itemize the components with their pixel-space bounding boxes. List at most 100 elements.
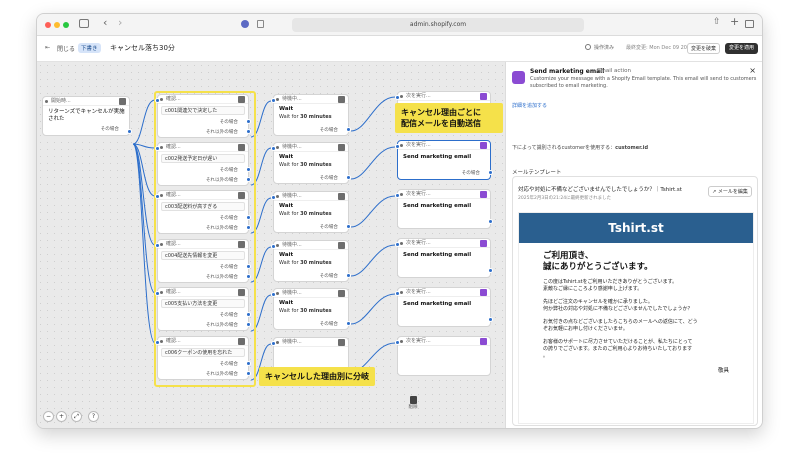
no-port[interactable] bbox=[246, 177, 251, 182]
page-icon[interactable] bbox=[257, 20, 264, 28]
output-port[interactable] bbox=[346, 175, 351, 180]
discard-button[interactable]: 変更を破棄 bbox=[687, 43, 720, 54]
condition-header: 確認... bbox=[158, 95, 248, 104]
trigger-node[interactable]: 開始時... リターンズでキャンセルが実施された その場合 bbox=[42, 96, 132, 136]
input-port[interactable] bbox=[155, 98, 160, 103]
minimize-window-icon[interactable] bbox=[54, 22, 60, 28]
output-port[interactable] bbox=[127, 129, 132, 134]
edit-email-button[interactable]: ↗ メールを編集 bbox=[708, 186, 752, 197]
condition-node[interactable]: 確認... c002発送予定日が遅い その場合 それ以外の場合 bbox=[155, 142, 251, 186]
browser-toolbar: ‹ › admin.shopify.com ⇧ + bbox=[37, 14, 762, 36]
input-port[interactable] bbox=[155, 291, 160, 296]
back-icon[interactable]: ‹ bbox=[103, 16, 107, 29]
delete-button[interactable]: 削除 bbox=[406, 396, 420, 410]
yes-port[interactable] bbox=[246, 264, 251, 269]
action-node-selected[interactable]: 次を実行... Send marketing email その場合 bbox=[395, 140, 493, 180]
tab-overview-icon[interactable] bbox=[745, 20, 754, 28]
maximize-window-icon[interactable] bbox=[63, 22, 69, 28]
condition-node[interactable]: 確認... c005支払い方法を変更 その場合 それ以外の場合 bbox=[155, 287, 251, 331]
condition-text: c006クーポンの使用を忘れた bbox=[161, 348, 245, 357]
output-port[interactable] bbox=[346, 273, 351, 278]
no-port[interactable] bbox=[246, 371, 251, 376]
clipboard-icon bbox=[238, 144, 245, 151]
workflow-canvas[interactable]: 開始時... リターンズでキャンセルが実施された その場合 確認... c001… bbox=[37, 62, 505, 428]
zoom-out-icon[interactable]: − bbox=[43, 411, 54, 422]
no-port[interactable] bbox=[246, 129, 251, 134]
close-window-icon[interactable] bbox=[45, 22, 51, 28]
input-port[interactable] bbox=[395, 193, 400, 198]
output-port[interactable] bbox=[488, 219, 493, 224]
help-icon[interactable]: ? bbox=[88, 411, 99, 422]
action-node[interactable]: 次を実行... bbox=[395, 336, 491, 376]
no-port[interactable] bbox=[246, 225, 251, 230]
yes-port[interactable] bbox=[246, 361, 251, 366]
wait-branch: その場合 bbox=[319, 128, 338, 133]
wait-node[interactable]: 待機中... Wait Wait for 30 minutes その場合 bbox=[271, 142, 351, 184]
wait-node[interactable]: 待機中... Wait Wait for 30 minutes その場合 bbox=[271, 288, 351, 330]
new-tab-icon[interactable]: + bbox=[730, 15, 739, 28]
condition-node[interactable]: 確認... c001関連欠で決定した その場合 それ以外の場合 bbox=[155, 94, 251, 138]
input-port[interactable] bbox=[271, 244, 276, 249]
output-port[interactable] bbox=[346, 127, 351, 132]
no-port[interactable] bbox=[246, 274, 251, 279]
wait-node[interactable]: 待機中... Wait Wait for 30 minutes その場合 bbox=[271, 191, 351, 233]
input-port[interactable] bbox=[395, 144, 400, 149]
clock-icon bbox=[338, 290, 345, 297]
action-node[interactable]: 次を実行... Send marketing email bbox=[395, 189, 493, 229]
input-port[interactable] bbox=[271, 98, 276, 103]
output-port[interactable] bbox=[488, 268, 493, 273]
output-port[interactable] bbox=[346, 321, 351, 326]
input-port[interactable] bbox=[155, 194, 160, 199]
condition-node[interactable]: 確認... c004配送先情報を変更 その場合 それ以外の場合 bbox=[155, 239, 251, 283]
output-port[interactable] bbox=[488, 170, 493, 175]
input-port[interactable] bbox=[395, 242, 400, 247]
yes-port[interactable] bbox=[246, 312, 251, 317]
panel-description: Customize your message with a Shopify Em… bbox=[530, 76, 757, 89]
sidebar-toggle-icon[interactable] bbox=[79, 19, 89, 28]
input-port[interactable] bbox=[395, 291, 400, 296]
yes-port[interactable] bbox=[246, 119, 251, 124]
wait-duration: 30 minutes bbox=[300, 162, 332, 168]
extension-icon[interactable] bbox=[241, 20, 249, 28]
address-bar[interactable]: admin.shopify.com bbox=[292, 18, 584, 32]
close-link[interactable]: 閉じる bbox=[57, 44, 75, 53]
input-port[interactable] bbox=[271, 146, 276, 151]
wait-node[interactable]: 待機中... Wait Wait for 30 minutes その場合 bbox=[271, 94, 351, 136]
input-port[interactable] bbox=[271, 195, 276, 200]
action-node[interactable]: 次を実行... Send marketing email bbox=[395, 238, 493, 278]
action-branch: その場合 bbox=[461, 171, 480, 176]
email-heading: ご利用頂き、 誠にありがとうございます。 bbox=[543, 251, 653, 272]
input-port[interactable] bbox=[155, 146, 160, 151]
apply-button[interactable]: 変更を適用 bbox=[725, 43, 758, 54]
learn-more-link[interactable]: 詳細を追加する bbox=[512, 102, 547, 109]
input-port[interactable] bbox=[271, 341, 276, 346]
workflow-title[interactable]: キャンセル落ち30分 bbox=[110, 43, 175, 53]
input-port[interactable] bbox=[395, 95, 400, 100]
condition-node[interactable]: 確認... c006クーポンの使用を忘れた その場合 それ以外の場合 bbox=[155, 336, 251, 380]
input-port[interactable] bbox=[271, 292, 276, 297]
yes-port[interactable] bbox=[246, 215, 251, 220]
close-panel-icon[interactable]: × bbox=[749, 66, 756, 75]
yes-port[interactable] bbox=[246, 167, 251, 172]
no-port[interactable] bbox=[246, 322, 251, 327]
exit-icon[interactable]: ⇤ bbox=[45, 44, 50, 51]
output-port[interactable] bbox=[346, 224, 351, 229]
action-node[interactable]: 次を実行... Send marketing email bbox=[395, 287, 493, 327]
input-port[interactable] bbox=[395, 340, 400, 345]
wait-node[interactable]: 待機中... Wait Wait for 30 minutes その場合 bbox=[271, 240, 351, 282]
condition-node[interactable]: 確認... c003配送料が高すぎる その場合 それ以外の場合 bbox=[155, 190, 251, 234]
fit-view-icon[interactable]: ⤢ bbox=[71, 411, 82, 422]
input-port[interactable] bbox=[155, 340, 160, 345]
condition-text: c003配送料が高すぎる bbox=[161, 202, 245, 211]
clock-icon bbox=[338, 193, 345, 200]
brand-banner: Tshirt.st bbox=[519, 213, 753, 243]
forward-icon[interactable]: › bbox=[118, 16, 122, 29]
input-port[interactable] bbox=[155, 243, 160, 248]
edit-email-label: メールを編集 bbox=[717, 189, 748, 195]
zoom-in-icon[interactable]: + bbox=[56, 411, 67, 422]
action-title: Send marketing email bbox=[403, 301, 472, 307]
share-icon[interactable]: ⇧ bbox=[713, 17, 721, 27]
email-action-icon bbox=[512, 71, 525, 84]
output-port[interactable] bbox=[488, 317, 493, 322]
email-signature: 敬具 bbox=[717, 368, 729, 374]
